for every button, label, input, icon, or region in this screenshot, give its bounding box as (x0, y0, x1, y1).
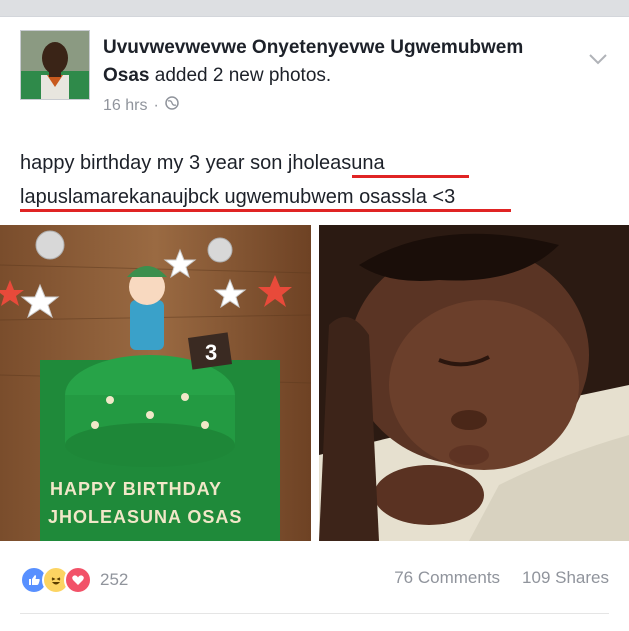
cake-text-line-1: HAPPY BIRTHDAY (50, 479, 222, 499)
cake-topper-number: 3 (205, 340, 217, 365)
chevron-down-icon[interactable] (588, 52, 608, 70)
post-action: added 2 new photos. (154, 65, 332, 86)
post-message: happy birthday my 3 year son jholeasuna … (20, 146, 610, 214)
post-timestamp[interactable]: 16 hrs (103, 97, 147, 115)
photo-birthday-cake[interactable]: 3 HAPPY BIRTHDAY JHOLEASUNA OSAS (0, 225, 311, 541)
engagement-stats: 76 Comments 109 Shares (394, 568, 609, 588)
comments-count-link[interactable]: 76 Comments (394, 568, 500, 588)
top-strip (0, 0, 629, 16)
red-underline-2 (20, 209, 511, 212)
cake-text-line-2: JHOLEASUNA OSAS (48, 507, 242, 527)
shares-count-link[interactable]: 109 Shares (522, 568, 609, 588)
reactions-summary[interactable]: 252 (20, 566, 128, 594)
reaction-count: 252 (100, 570, 129, 589)
globe-icon (165, 96, 179, 115)
photo-sleeping-baby[interactable] (319, 225, 629, 541)
post-meta: 16 hrs · (103, 96, 179, 115)
post-message-line-1: happy birthday my 3 year son jholeasuna (20, 152, 385, 174)
red-underline-1 (352, 175, 469, 178)
footer-divider (20, 613, 609, 614)
love-reaction-icon (64, 566, 92, 594)
meta-separator: · (153, 96, 159, 114)
post-header-text: Uvuvwevwevwe Onyetenyevwe Ugwemubwem Osa… (103, 34, 573, 90)
author-avatar[interactable] (20, 30, 90, 100)
